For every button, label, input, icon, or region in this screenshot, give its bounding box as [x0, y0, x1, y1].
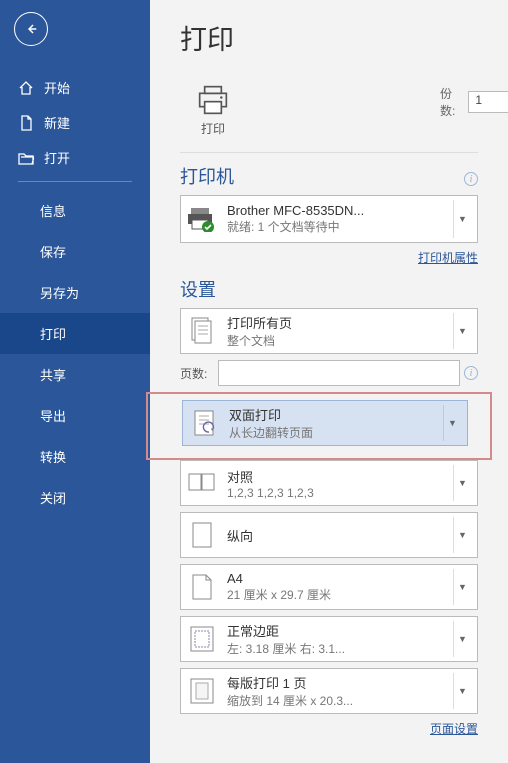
doc-icon [18, 115, 34, 131]
printer-section-title: 打印机 [180, 163, 234, 189]
nav-sub-item[interactable]: 导出 [0, 395, 150, 436]
chevron-down-icon: ▼ [453, 569, 471, 605]
margins-icon [187, 624, 217, 654]
nav-item-folder[interactable]: 打开 [0, 140, 150, 175]
setting-title: 每版打印 1 页 [227, 673, 453, 692]
folder-icon [18, 150, 34, 166]
setting-title: A4 [227, 571, 453, 586]
setting-portrait[interactable]: 纵向▼ [180, 512, 478, 558]
separator [180, 152, 478, 153]
setting-sub: 左: 3.18 厘米 右: 3.1... [227, 640, 453, 657]
setting-npages[interactable]: 每版打印 1 页缩放到 14 厘米 x 20.3...▼ [180, 668, 478, 714]
chevron-down-icon: ▼ [453, 517, 471, 553]
nav-label: 打开 [44, 148, 70, 167]
setting-sub: 21 厘米 x 29.7 厘米 [227, 586, 453, 603]
chevron-down-icon: ▼ [453, 200, 471, 238]
arrow-left-icon [22, 20, 40, 38]
chevron-down-icon: ▼ [453, 621, 471, 657]
main-panel: 打印 打印 份数: 1 ▲ ▼ 打印机 i [150, 0, 508, 763]
printer-status-icon [187, 204, 217, 234]
nav-item-home[interactable]: 开始 [0, 70, 150, 105]
pages-all-icon [187, 316, 217, 346]
page-title: 打印 [180, 18, 508, 57]
print-button[interactable]: 打印 [180, 75, 246, 144]
nav-sub-item[interactable]: 保存 [0, 231, 150, 272]
nav-sub-item[interactable]: 转换 [0, 436, 150, 477]
npages-icon [187, 676, 217, 706]
collate-icon [187, 468, 217, 498]
copies-value: 1 [475, 93, 482, 107]
copies-row: 份数: 1 ▲ ▼ [440, 85, 508, 119]
nav-sub-group: 信息保存另存为打印共享导出转换关闭 [0, 190, 150, 518]
pages-row: 页数: i [180, 360, 478, 386]
setting-title: 打印所有页 [227, 313, 453, 332]
duplex-icon [189, 408, 219, 438]
print-button-label: 打印 [193, 120, 233, 137]
pages-label: 页数: [180, 365, 218, 382]
chevron-down-icon: ▼ [453, 313, 471, 349]
nav-label: 新建 [44, 113, 70, 132]
nav-divider [18, 181, 132, 182]
setting-duplex[interactable]: 双面打印从长边翻转页面▼ [182, 400, 468, 446]
nav-item-doc[interactable]: 新建 [0, 105, 150, 140]
nav-sub-item[interactable]: 信息 [0, 190, 150, 231]
printer-status: 就绪: 1 个文档等待中 [227, 218, 453, 235]
chevron-down-icon: ▼ [453, 673, 471, 709]
highlight-box: 双面打印从长边翻转页面▼ [146, 392, 492, 460]
printer-name: Brother MFC-8535DN... [227, 203, 453, 218]
nav-sub-item[interactable]: 另存为 [0, 272, 150, 313]
chevron-down-icon: ▼ [443, 405, 461, 441]
setting-papersize[interactable]: A421 厘米 x 29.7 厘米▼ [180, 564, 478, 610]
chevron-down-icon: ▼ [453, 465, 471, 501]
setting-pages-all[interactable]: 打印所有页整个文档▼ [180, 308, 478, 354]
papersize-icon [187, 572, 217, 602]
portrait-icon [187, 520, 217, 550]
nav-sub-item[interactable]: 打印 [0, 313, 150, 354]
printer-dropdown[interactable]: Brother MFC-8535DN... 就绪: 1 个文档等待中 ▼ [180, 195, 478, 243]
setting-sub: 从长边翻转页面 [229, 424, 443, 441]
setting-sub: 缩放到 14 厘米 x 20.3... [227, 692, 453, 709]
setting-margins[interactable]: 正常边距左: 3.18 厘米 右: 3.1...▼ [180, 616, 478, 662]
setting-title: 正常边距 [227, 621, 453, 640]
setting-sub: 1,2,3 1,2,3 1,2,3 [227, 486, 453, 500]
back-button[interactable] [14, 12, 48, 46]
setting-title: 对照 [227, 467, 453, 486]
printer-icon [193, 82, 233, 118]
backstage-sidebar: 开始新建打开 信息保存另存为打印共享导出转换关闭 [0, 0, 150, 763]
nav-label: 开始 [44, 78, 70, 97]
copies-input[interactable]: 1 ▲ ▼ [468, 91, 508, 113]
pages-info-icon[interactable]: i [464, 366, 478, 380]
nav-sub-item[interactable]: 共享 [0, 354, 150, 395]
copies-label: 份数: [440, 85, 462, 119]
setting-sub: 整个文档 [227, 332, 453, 349]
page-setup-link[interactable]: 页面设置 [430, 722, 478, 736]
setting-collate[interactable]: 对照1,2,3 1,2,3 1,2,3▼ [180, 460, 478, 506]
home-icon [18, 80, 34, 96]
pages-input[interactable] [218, 360, 460, 386]
setting-title: 双面打印 [229, 405, 443, 424]
nav-top-group: 开始新建打开 [0, 70, 150, 175]
settings-section-title: 设置 [180, 276, 508, 302]
nav-sub-item[interactable]: 关闭 [0, 477, 150, 518]
setting-title: 纵向 [227, 526, 453, 545]
printer-properties-link[interactable]: 打印机属性 [418, 251, 478, 265]
printer-info-icon[interactable]: i [464, 172, 478, 186]
